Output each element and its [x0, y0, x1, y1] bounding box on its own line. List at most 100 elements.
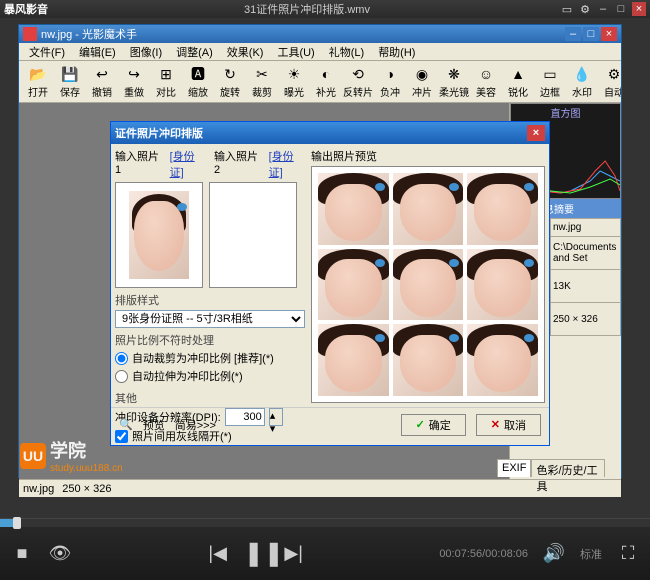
player-title: 31证件照片冲印排版.wmv: [54, 1, 560, 17]
watermark-name: 学院: [50, 437, 123, 463]
output-cell: [318, 249, 389, 321]
input2-label: 输入照片2: [214, 148, 261, 180]
dpi-input[interactable]: [225, 408, 265, 426]
player-logo: 暴风影音: [4, 1, 48, 17]
stop-button[interactable]: ■: [10, 543, 34, 564]
tool-icon: 📂: [28, 64, 48, 84]
menu-file[interactable]: 文件(F): [23, 44, 71, 60]
tool-裁剪[interactable]: ✂裁剪: [247, 62, 277, 101]
tool-label: 补光: [316, 84, 336, 99]
menu-tool[interactable]: 工具(U): [271, 44, 320, 60]
close-icon[interactable]: ×: [632, 2, 646, 16]
dialog-close-icon[interactable]: ×: [527, 125, 545, 141]
layout-select[interactable]: 9张身份证照 -- 5寸/3R相纸: [115, 310, 305, 328]
menu-effect[interactable]: 效果(K): [221, 44, 270, 60]
app-minimize-icon[interactable]: –: [565, 27, 581, 41]
tool-锐化[interactable]: ▲锐化: [503, 62, 533, 101]
tool-补光[interactable]: ◐补光: [311, 62, 341, 101]
eye-icon[interactable]: 👁: [48, 543, 72, 564]
tool-旋转[interactable]: ↻旋转: [215, 62, 245, 101]
app-icon: [23, 27, 37, 41]
tool-label: 反转片: [343, 84, 373, 99]
dialog-titlebar[interactable]: 证件照片冲印排版 ×: [111, 122, 549, 144]
fileinfo-val-imgsize: 250 × 326: [551, 303, 621, 336]
tool-重做[interactable]: ↪重做: [119, 62, 149, 101]
tool-美容[interactable]: ☺美容: [471, 62, 501, 101]
easy-link[interactable]: 简易>>>: [175, 417, 216, 433]
minimize-icon[interactable]: –: [596, 2, 610, 16]
tool-label: 负冲: [380, 84, 400, 99]
input-photo-1[interactable]: [115, 182, 203, 288]
progress-bar[interactable]: [0, 519, 650, 527]
tool-反转片[interactable]: ⟲反转片: [343, 62, 373, 101]
tool-label: 重做: [124, 84, 144, 99]
tool-label: 水印: [572, 84, 592, 99]
fileinfo-val-name: nw.jpg: [551, 219, 621, 237]
check-icon: ✓: [416, 418, 425, 431]
tool-水印[interactable]: 💧水印: [567, 62, 597, 101]
input-photo-2[interactable]: [209, 182, 297, 288]
input2-id-link[interactable]: [身份证]: [269, 148, 305, 180]
app-statusbar: nw.jpg 250 × 326: [19, 479, 621, 497]
tool-自动[interactable]: ⚙自动: [599, 62, 621, 101]
app-maximize-icon[interactable]: □: [583, 27, 599, 41]
tool-撤销[interactable]: ↩撤销: [87, 62, 117, 101]
tool-icon: ⊞: [156, 64, 176, 84]
tool-冲片[interactable]: ◉冲片: [407, 62, 437, 101]
ok-button[interactable]: ✓确定: [401, 414, 466, 436]
tool-负冲[interactable]: ◑负冲: [375, 62, 405, 101]
output-cell: [318, 173, 389, 245]
app-close-icon[interactable]: ×: [601, 27, 617, 41]
app-menubar: 文件(F) 编辑(E) 图像(I) 调整(A) 效果(K) 工具(U) 礼物(L…: [19, 43, 621, 61]
fullscreen-icon[interactable]: ⛶: [616, 543, 640, 564]
tab-color[interactable]: 色彩/历史/工具: [531, 459, 605, 477]
progress-thumb[interactable]: [13, 517, 21, 529]
tool-打开[interactable]: 📂打开: [23, 62, 53, 101]
tool-label: 保存: [60, 84, 80, 99]
app-toolbar: 📂打开💾保存↩撤销↪重做⊞对比🅰缩放↻旋转✂裁剪☀曝光◐补光⟲反转片◑负冲◉冲片…: [19, 61, 621, 103]
menu-edit[interactable]: 编辑(E): [73, 44, 122, 60]
output-label: 输出照片预览: [311, 148, 545, 164]
ratio-stretch-label: 自动拉伸为冲印比例(*): [132, 368, 243, 384]
tool-label: 旋转: [220, 84, 240, 99]
pause-button[interactable]: ❚❚: [244, 539, 268, 568]
tool-label: 锐化: [508, 84, 528, 99]
input1-id-link[interactable]: [身份证]: [170, 148, 206, 180]
volume-icon[interactable]: 🔊: [542, 543, 566, 564]
tool-保存[interactable]: 💾保存: [55, 62, 85, 101]
menu-help[interactable]: 帮助(H): [372, 44, 421, 60]
menu-gift[interactable]: 礼物(L): [323, 44, 370, 60]
prev-button[interactable]: |◀: [206, 543, 230, 564]
menu-image[interactable]: 图像(I): [124, 44, 168, 60]
tool-icon: ☺: [476, 64, 496, 84]
chat-icon[interactable]: ▭: [560, 2, 574, 16]
tool-柔光镜[interactable]: ❋柔光镜: [439, 62, 469, 101]
ratio-stretch-radio[interactable]: [115, 370, 128, 383]
ratio-crop-label: 自动裁剪为冲印比例 [推荐](*): [132, 350, 274, 366]
tool-icon: ⟲: [348, 64, 368, 84]
tool-曝光[interactable]: ☀曝光: [279, 62, 309, 101]
tool-label: 自动: [604, 84, 621, 99]
fileinfo-val-path: C:\Documents and Set: [551, 237, 621, 270]
tool-缩放[interactable]: 🅰缩放: [183, 62, 213, 101]
output-cell: [393, 249, 464, 321]
tool-对比[interactable]: ⊞对比: [151, 62, 181, 101]
speed-label[interactable]: 标准: [580, 546, 602, 562]
time-display: 00:07:56/00:08:06: [439, 548, 528, 560]
dpi-spinner[interactable]: ▴▾: [269, 408, 283, 426]
settings-icon[interactable]: ⚙: [578, 2, 592, 16]
ratio-crop-radio[interactable]: [115, 352, 128, 365]
cancel-button[interactable]: ✕取消: [476, 414, 541, 436]
tool-边框[interactable]: ▭边框: [535, 62, 565, 101]
tool-label: 柔光镜: [439, 84, 469, 99]
output-cell: [467, 324, 538, 396]
tool-icon: 💾: [60, 64, 80, 84]
preview-link[interactable]: 预览: [143, 417, 165, 433]
maximize-icon[interactable]: □: [614, 2, 628, 16]
menu-adjust[interactable]: 调整(A): [170, 44, 219, 60]
player-window-controls: ▭ ⚙ – □ ×: [560, 2, 646, 16]
player-titlebar: 暴风影音 31证件照片冲印排版.wmv ▭ ⚙ – □ ×: [0, 0, 650, 18]
tab-exif[interactable]: EXIF: [497, 459, 531, 477]
next-button[interactable]: ▶|: [282, 543, 306, 564]
ratio-label: 照片比例不符时处理: [115, 332, 305, 348]
